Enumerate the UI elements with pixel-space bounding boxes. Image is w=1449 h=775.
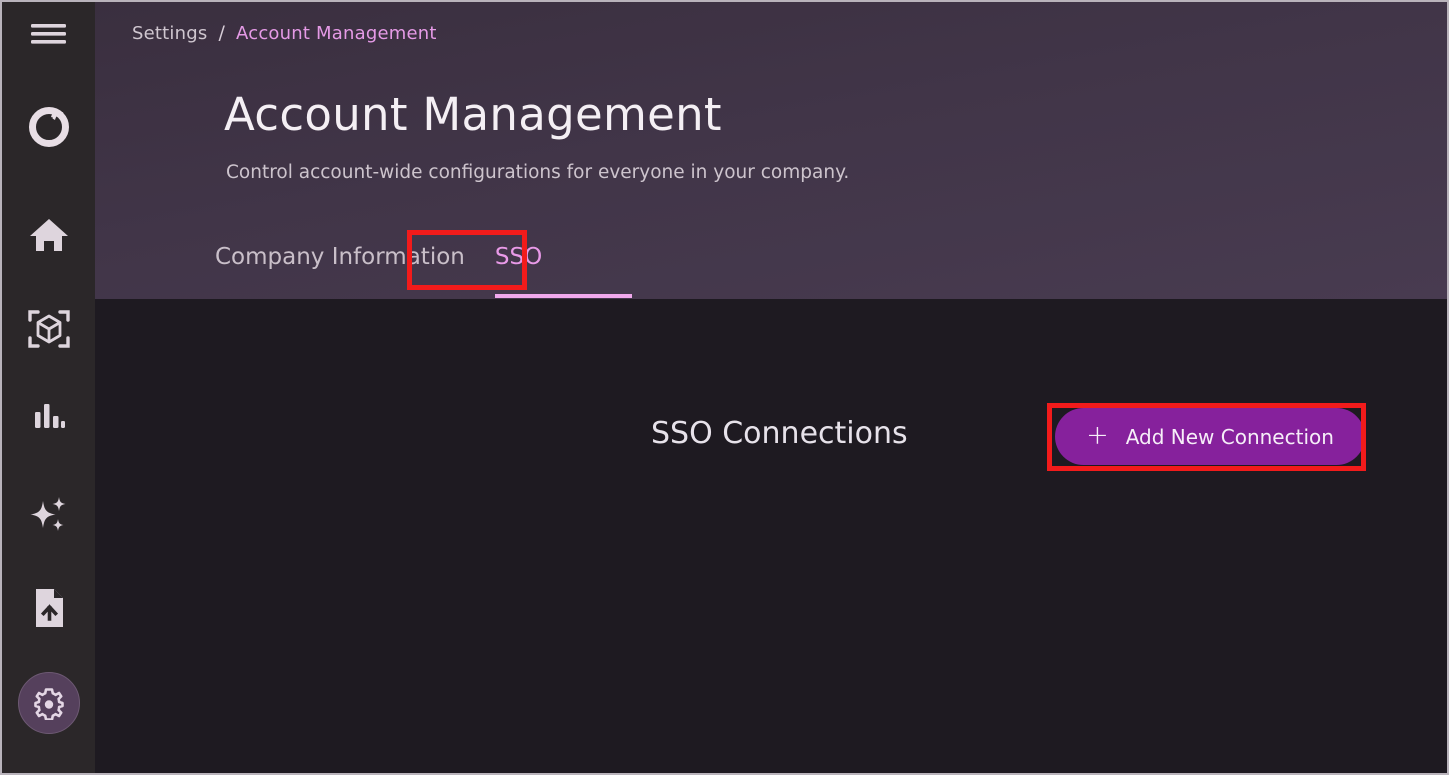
page-title: Account Management [224,88,722,141]
tab-sso[interactable]: SSO [493,240,544,274]
breadcrumb-settings-link[interactable]: Settings [132,23,207,44]
nav-analytics-button[interactable] [2,398,95,434]
plus-icon: + [1086,422,1109,449]
main-content: SSO Connections + Add New Connection [95,299,1447,773]
add-new-connection-button[interactable]: + Add New Connection [1055,408,1365,465]
gear-icon [32,686,66,720]
add-new-connection-label: Add New Connection [1126,425,1334,449]
home-icon [27,214,71,256]
page-subtitle: Control account-wide configurations for … [226,162,849,183]
breadcrumb: Settings / Account Management [132,22,437,44]
menu-toggle-button[interactable] [2,20,95,48]
nav-settings-button[interactable] [2,672,95,734]
tab-company-information[interactable]: Company Information [213,240,467,274]
flame-logo-icon [22,100,76,154]
breadcrumb-current: Account Management [236,23,437,44]
cube-scan-icon [26,306,72,352]
hamburger-menu-icon [30,20,68,48]
app-window: Settings / Account Management Account Ma… [0,0,1449,775]
breadcrumb-separator: / [218,22,225,44]
bar-chart-icon [29,398,69,434]
nav-home-button[interactable] [2,214,95,256]
nav-models-button[interactable] [2,306,95,352]
tab-bar: Company Information SSO [213,240,544,274]
settings-active-indicator [18,672,80,734]
sparkles-icon [26,492,72,538]
brand-logo-button[interactable] [2,100,95,154]
active-tab-underline [495,294,632,298]
page-header: Settings / Account Management Account Ma… [95,2,1447,299]
left-nav-rail [2,2,95,773]
file-upload-icon [29,585,69,631]
nav-upload-button[interactable] [2,585,95,631]
nav-ai-button[interactable] [2,492,95,538]
sso-connections-heading: SSO Connections [651,416,908,451]
